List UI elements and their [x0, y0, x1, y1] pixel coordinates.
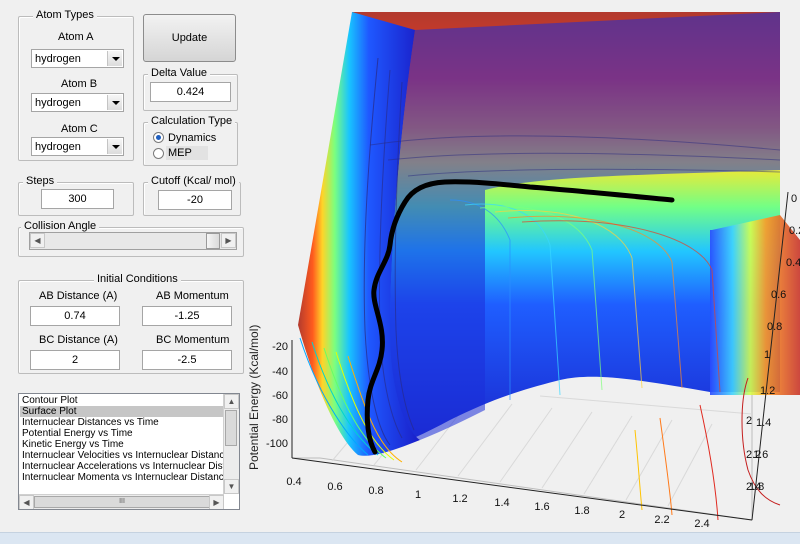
bc-distance-input[interactable]: 2	[30, 350, 120, 370]
horizontal-scrollbar[interactable]: ◀ III ▶	[19, 494, 224, 509]
list-item[interactable]: Internuclear Velocities vs Internuclear …	[20, 450, 226, 461]
atom-b-select[interactable]: hydrogen	[31, 93, 124, 112]
mep-radio[interactable]	[153, 148, 164, 159]
x-tick-label: 1.4	[494, 497, 509, 509]
ab-momentum-input[interactable]: -1.25	[142, 306, 232, 326]
x-tick-label: 0.6	[327, 481, 342, 493]
atom-c-label: Atom C	[61, 123, 98, 135]
calculation-type-legend: Calculation Type	[148, 115, 236, 127]
vertical-scrollbar[interactable]: ▲ ▼	[223, 394, 239, 494]
scroll-thumb[interactable]	[225, 410, 237, 446]
atom-c-select[interactable]: hydrogen	[31, 137, 124, 156]
bc-momentum-label: BC Momentum	[156, 334, 230, 346]
collision-angle-legend: Collision Angle	[21, 220, 100, 232]
list-item[interactable]: Internuclear Accelerations vs Internucle…	[20, 461, 226, 472]
y-tick-label: 0.6	[771, 289, 786, 301]
atom-types-legend: Atom Types	[33, 9, 97, 21]
y-tick-label: 0	[791, 193, 797, 205]
list-item[interactable]: Potential Energy vs Time	[20, 428, 226, 439]
ab-distance-label: AB Distance (A)	[39, 290, 118, 302]
collision-angle-slider[interactable]: ◀ ▶	[29, 232, 237, 250]
plot-type-list[interactable]: Contour Plot Surface Plot Internuclear D…	[18, 393, 240, 510]
y-tick-label: 2.2	[746, 449, 761, 461]
delta-value-legend: Delta Value	[148, 67, 211, 79]
x-tick-label: 2.4	[694, 518, 709, 530]
y-tick-label: 2	[746, 415, 752, 427]
bc-distance-label: BC Distance (A)	[39, 334, 118, 346]
atom-a-label: Atom A	[58, 31, 94, 43]
surface-right-side	[710, 215, 800, 395]
cutoff-input[interactable]: -20	[158, 190, 232, 210]
bottom-border	[0, 532, 800, 544]
list-item[interactable]: Kinetic Energy vs Time	[20, 439, 226, 450]
list-item[interactable]: Internuclear Distances vs Time	[20, 417, 226, 428]
ab-distance-input[interactable]: 0.74	[30, 306, 120, 326]
z-tick-label: -60	[272, 390, 288, 402]
x-tick-label: 2	[619, 509, 625, 521]
cutoff-legend: Cutoff (Kcal/ mol)	[148, 175, 239, 187]
z-tick-label: -40	[272, 366, 288, 378]
list-item[interactable]: Contour Plot	[20, 395, 226, 406]
chevron-up-icon[interactable]: ▲	[224, 394, 239, 409]
z-tick-label: -20	[272, 341, 288, 353]
list-item-selected[interactable]: Surface Plot	[20, 406, 226, 417]
y-tick-label: 0.4	[786, 257, 800, 269]
scroll-thumb[interactable]: III	[34, 496, 210, 508]
y-tick-label: 0.8	[767, 321, 782, 333]
z-tick-label: -100	[266, 438, 288, 450]
slider-thumb[interactable]	[206, 233, 220, 249]
y-tick-label: 1.2	[760, 385, 775, 397]
x-tick-label: 1	[415, 489, 421, 501]
mep-label[interactable]: MEP	[166, 146, 208, 160]
steps-legend: Steps	[23, 175, 58, 187]
x-tick-label: 1.6	[534, 501, 549, 513]
atom-a-value: hydrogen	[35, 53, 81, 65]
chevron-down-icon[interactable]	[107, 95, 122, 110]
atom-b-label: Atom B	[61, 78, 98, 90]
z-axis-label: Potential Energy (Kcal/mol)	[247, 325, 261, 470]
chevron-down-icon[interactable]	[107, 51, 122, 66]
x-tick-label: 2.2	[654, 514, 669, 526]
y-tick-label: 0.2	[789, 225, 800, 237]
update-button[interactable]: Update	[143, 14, 236, 62]
atom-a-select[interactable]: hydrogen	[31, 49, 124, 68]
chevron-right-icon[interactable]: ▶	[209, 495, 224, 509]
chevron-right-icon[interactable]: ▶	[221, 233, 236, 248]
x-tick-label: 1.2	[452, 493, 467, 505]
y-tick-label: 2.4	[746, 481, 761, 493]
initial-conditions-legend: Initial Conditions	[94, 273, 181, 285]
dynamics-label[interactable]: Dynamics	[168, 132, 216, 144]
y-tick-label: 1	[764, 349, 770, 361]
bc-momentum-input[interactable]: -2.5	[142, 350, 232, 370]
delta-value-input[interactable]: 0.424	[150, 82, 231, 102]
y-tick-label: 1.4	[756, 417, 771, 429]
surface-plot[interactable]: -20 -40 -60 -80 -100 Potential Energy (K…	[240, 0, 800, 543]
atom-c-value: hydrogen	[35, 141, 81, 153]
atom-b-value: hydrogen	[35, 97, 81, 109]
z-tick-label: -80	[272, 414, 288, 426]
chevron-down-icon[interactable]: ▼	[224, 479, 239, 494]
ab-momentum-label: AB Momentum	[156, 290, 229, 302]
chevron-down-icon[interactable]	[107, 139, 122, 154]
x-tick-label: 1.8	[574, 505, 589, 517]
dynamics-radio[interactable]	[153, 132, 164, 143]
chevron-left-icon[interactable]: ◀	[19, 495, 34, 509]
x-tick-label: 0.4	[286, 476, 301, 488]
x-tick-label: 0.8	[368, 485, 383, 497]
chevron-left-icon[interactable]: ◀	[30, 233, 45, 248]
list-item[interactable]: Internuclear Momenta vs Internuclear Dis…	[20, 472, 226, 483]
steps-input[interactable]: 300	[41, 189, 114, 209]
